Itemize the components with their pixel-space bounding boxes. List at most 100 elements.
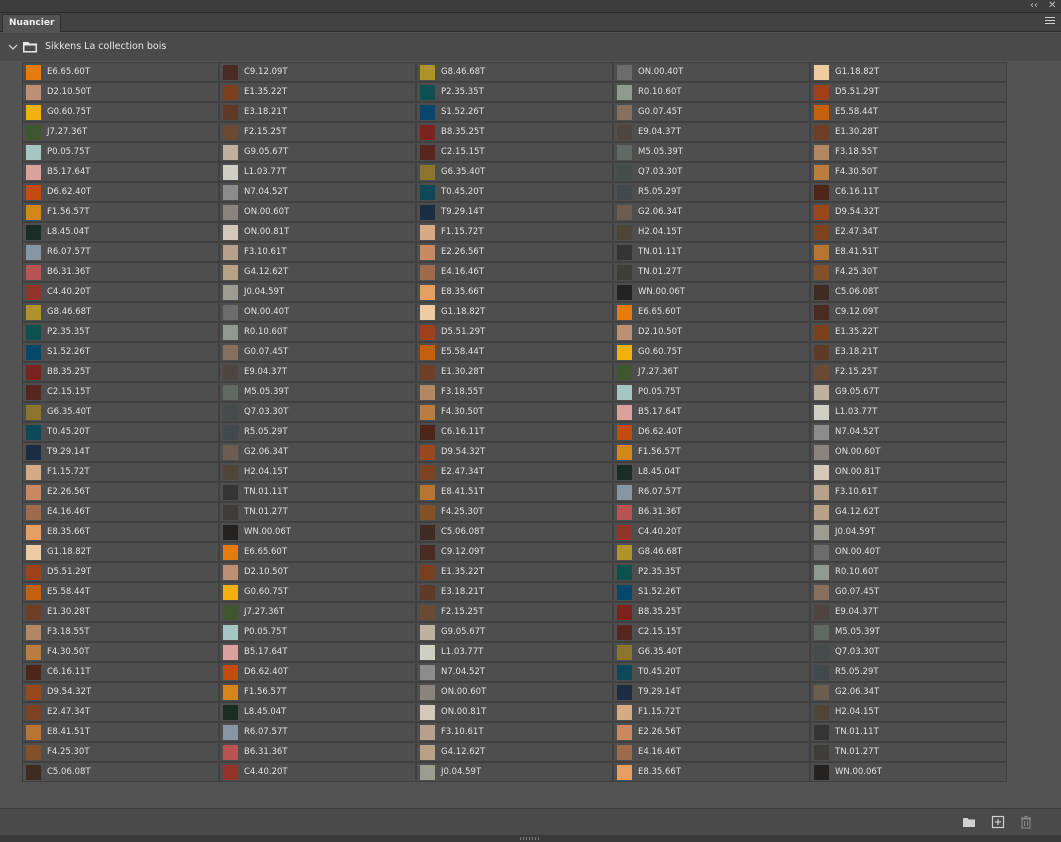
swatch-item[interactable]: E5.58.44T — [22, 582, 219, 602]
swatch-item[interactable]: G2.06.34T — [219, 442, 416, 462]
swatch-item[interactable]: E8.41.51T — [416, 482, 613, 502]
swatch-item[interactable]: G1.18.82T — [810, 62, 1007, 82]
swatch-item[interactable]: C4.40.20T — [613, 522, 810, 542]
swatch-item[interactable]: J0.04.59T — [219, 282, 416, 302]
swatch-item[interactable]: B6.31.36T — [613, 502, 810, 522]
swatch-item[interactable]: G4.12.62T — [810, 502, 1007, 522]
swatch-item[interactable]: R0.10.60T — [810, 562, 1007, 582]
swatch-item[interactable]: D2.10.50T — [219, 562, 416, 582]
swatch-item[interactable]: E1.30.28T — [416, 362, 613, 382]
swatch-item[interactable]: E8.41.51T — [22, 722, 219, 742]
swatch-item[interactable]: E1.35.22T — [810, 322, 1007, 342]
swatch-item[interactable]: C6.16.11T — [810, 182, 1007, 202]
swatch-item[interactable]: F1.56.57T — [613, 442, 810, 462]
swatch-item[interactable]: B5.17.64T — [22, 162, 219, 182]
swatch-item[interactable]: E1.35.22T — [416, 562, 613, 582]
swatch-item[interactable]: F3.10.61T — [219, 242, 416, 262]
trash-icon[interactable] — [1019, 815, 1033, 829]
swatch-item[interactable]: WN.00.06T — [613, 282, 810, 302]
swatch-item[interactable]: C9.12.09T — [219, 62, 416, 82]
swatch-item[interactable]: D6.62.40T — [219, 662, 416, 682]
swatch-item[interactable]: C2.15.15T — [22, 382, 219, 402]
swatch-item[interactable]: G6.35.40T — [22, 402, 219, 422]
swatch-item[interactable]: B5.17.64T — [219, 642, 416, 662]
collapse-panel-icon[interactable]: ‹‹ — [1030, 0, 1038, 12]
new-swatch-icon[interactable] — [991, 815, 1005, 829]
swatch-item[interactable]: G0.60.75T — [22, 102, 219, 122]
swatch-item[interactable]: F2.15.25T — [416, 602, 613, 622]
swatch-item[interactable]: H2.04.15T — [810, 702, 1007, 722]
swatch-item[interactable]: N7.04.52T — [416, 662, 613, 682]
swatch-item[interactable]: B8.35.25T — [416, 122, 613, 142]
swatch-item[interactable]: ON.00.40T — [613, 62, 810, 82]
swatch-item[interactable]: E1.30.28T — [810, 122, 1007, 142]
swatch-item[interactable]: E5.58.44T — [416, 342, 613, 362]
close-panel-icon[interactable]: ✕ — [1048, 0, 1056, 12]
swatch-item[interactable]: E5.58.44T — [810, 102, 1007, 122]
swatch-item[interactable]: J7.27.36T — [613, 362, 810, 382]
swatch-item[interactable]: TN.01.11T — [219, 482, 416, 502]
swatch-item[interactable]: D2.10.50T — [22, 82, 219, 102]
swatch-item[interactable]: P0.05.75T — [613, 382, 810, 402]
swatch-item[interactable]: B6.31.36T — [22, 262, 219, 282]
swatch-item[interactable]: G1.18.82T — [416, 302, 613, 322]
swatch-item[interactable]: L8.45.04T — [219, 702, 416, 722]
swatch-item[interactable]: N7.04.52T — [810, 422, 1007, 442]
swatch-item[interactable]: E6.65.60T — [219, 542, 416, 562]
swatch-item[interactable]: G0.07.45T — [613, 102, 810, 122]
swatch-item[interactable]: F2.15.25T — [219, 122, 416, 142]
swatch-item[interactable]: TN.01.27T — [810, 742, 1007, 762]
swatch-item[interactable]: T0.45.20T — [22, 422, 219, 442]
swatch-item[interactable]: F4.30.50T — [810, 162, 1007, 182]
swatch-item[interactable]: E6.65.60T — [613, 302, 810, 322]
swatch-item[interactable]: F3.18.55T — [416, 382, 613, 402]
swatch-item[interactable]: E8.41.51T — [810, 242, 1007, 262]
swatch-item[interactable]: B5.17.64T — [613, 402, 810, 422]
swatch-item[interactable]: T9.29.14T — [22, 442, 219, 462]
swatch-item[interactable]: L8.45.04T — [613, 462, 810, 482]
swatch-item[interactable]: M5.05.39T — [219, 382, 416, 402]
swatch-item[interactable]: E3.18.21T — [219, 102, 416, 122]
swatch-item[interactable]: S1.52.26T — [416, 102, 613, 122]
swatch-item[interactable]: G0.60.75T — [613, 342, 810, 362]
swatch-item[interactable]: G0.07.45T — [219, 342, 416, 362]
swatch-item[interactable]: E4.16.46T — [22, 502, 219, 522]
swatch-item[interactable]: F3.10.61T — [416, 722, 613, 742]
swatch-item[interactable]: F1.15.72T — [22, 462, 219, 482]
swatch-item[interactable]: E4.16.46T — [416, 262, 613, 282]
swatch-item[interactable]: E6.65.60T — [22, 62, 219, 82]
swatch-item[interactable]: F3.18.55T — [22, 622, 219, 642]
swatch-item[interactable]: G4.12.62T — [416, 742, 613, 762]
swatch-item[interactable]: S1.52.26T — [22, 342, 219, 362]
swatch-item[interactable]: E1.30.28T — [22, 602, 219, 622]
swatch-item[interactable]: G6.35.40T — [613, 642, 810, 662]
swatch-item[interactable]: G9.05.67T — [219, 142, 416, 162]
panel-menu-icon[interactable] — [1045, 17, 1055, 26]
swatch-item[interactable]: N7.04.52T — [219, 182, 416, 202]
swatch-item[interactable]: E4.16.46T — [613, 742, 810, 762]
swatch-item[interactable]: Q7.03.30T — [810, 642, 1007, 662]
swatch-item[interactable]: P2.35.35T — [22, 322, 219, 342]
tab-nuancier[interactable]: Nuancier — [2, 14, 62, 32]
swatch-item[interactable]: E9.04.37T — [613, 122, 810, 142]
swatch-item[interactable]: WN.00.06T — [810, 762, 1007, 782]
swatch-item[interactable]: R0.10.60T — [613, 82, 810, 102]
swatch-item[interactable]: C5.06.08T — [810, 282, 1007, 302]
swatch-item[interactable]: D5.51.29T — [22, 562, 219, 582]
swatch-item[interactable]: C4.40.20T — [22, 282, 219, 302]
swatch-item[interactable]: E9.04.37T — [810, 602, 1007, 622]
swatch-item[interactable]: F4.25.30T — [22, 742, 219, 762]
swatch-item[interactable]: F1.15.72T — [613, 702, 810, 722]
swatch-item[interactable]: P0.05.75T — [219, 622, 416, 642]
swatch-item[interactable]: ON.00.81T — [219, 222, 416, 242]
swatch-item[interactable]: R5.05.29T — [219, 422, 416, 442]
swatch-item[interactable]: L8.45.04T — [22, 222, 219, 242]
new-group-icon[interactable] — [962, 815, 976, 829]
swatch-item[interactable]: E3.18.21T — [810, 342, 1007, 362]
swatch-item[interactable]: ON.00.81T — [416, 702, 613, 722]
swatch-item[interactable]: T9.29.14T — [416, 202, 613, 222]
swatch-item[interactable]: M5.05.39T — [810, 622, 1007, 642]
swatch-item[interactable]: C9.12.09T — [416, 542, 613, 562]
swatch-item[interactable]: C2.15.15T — [613, 622, 810, 642]
swatch-item[interactable]: G8.46.68T — [613, 542, 810, 562]
